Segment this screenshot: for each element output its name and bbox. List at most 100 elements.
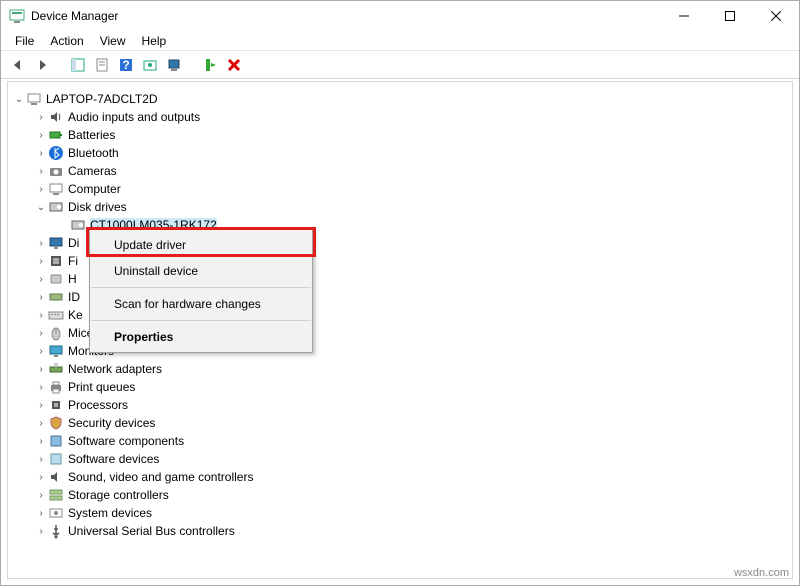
chevron-right-icon[interactable] [34,418,48,429]
minimize-button[interactable] [661,1,707,31]
tree-category[interactable]: Software components [12,432,788,450]
chevron-right-icon[interactable] [34,328,48,339]
category-label: Ke [68,308,83,322]
chevron-right-icon[interactable] [34,454,48,465]
chevron-right-icon[interactable] [34,472,48,483]
chevron-right-icon[interactable] [34,400,48,411]
svg-text:?: ? [122,58,129,72]
chevron-right-icon[interactable] [34,130,48,141]
category-label: Network adapters [68,362,162,376]
category-label: Universal Serial Bus controllers [68,524,235,538]
context-menu: Update driver Uninstall device Scan for … [89,229,313,353]
chevron-right-icon[interactable] [34,508,48,519]
enable-device-button[interactable] [199,54,221,76]
chevron-right-icon[interactable] [34,490,48,501]
tree-category[interactable]: Processors [12,396,788,414]
tree-category[interactable]: Storage controllers [12,486,788,504]
tree-category[interactable]: Disk drives [12,198,788,216]
network-icon [48,361,64,377]
close-button[interactable] [753,1,799,31]
tree-category[interactable]: Network adapters [12,360,788,378]
context-menu-update-driver[interactable]: Update driver [90,232,312,258]
menu-view[interactable]: View [92,32,134,50]
tree-category[interactable]: Print queues [12,378,788,396]
category-label: Sound, video and game controllers [68,470,253,484]
category-label: Processors [68,398,128,412]
properties-button[interactable] [91,54,113,76]
chevron-right-icon[interactable] [34,310,48,321]
tree-root[interactable]: LAPTOP-7ADCLT2D [12,90,788,108]
app-icon [9,8,25,24]
root-label: LAPTOP-7ADCLT2D [46,92,158,106]
category-label: Software components [68,434,184,448]
update-driver-toolbar-button[interactable] [163,54,185,76]
window-controls [661,1,799,31]
chevron-right-icon[interactable] [34,436,48,447]
sound-icon [48,469,64,485]
tree-category[interactable]: Audio inputs and outputs [12,108,788,126]
computer-icon [48,181,64,197]
monitor-icon [48,343,64,359]
titlebar: Device Manager [1,1,799,31]
chevron-right-icon[interactable] [34,112,48,123]
tree-category[interactable]: Software devices [12,450,788,468]
chevron-right-icon[interactable] [34,184,48,195]
bluetooth-icon [48,145,64,161]
tree-category[interactable]: System devices [12,504,788,522]
chevron-right-icon[interactable] [34,274,48,285]
swdev-icon [48,451,64,467]
category-label: Disk drives [68,200,127,214]
context-menu-scan-hardware[interactable]: Scan for hardware changes [90,291,312,317]
back-button[interactable] [7,54,29,76]
category-label: ID [68,290,80,304]
menu-action[interactable]: Action [42,32,91,50]
category-label: Computer [68,182,121,196]
uninstall-device-button[interactable] [223,54,245,76]
separator [59,54,61,76]
maximize-button[interactable] [707,1,753,31]
category-label: Bluetooth [68,146,119,160]
tree-category[interactable]: Security devices [12,414,788,432]
context-menu-separator [91,320,311,321]
window-title: Device Manager [31,9,661,23]
chevron-right-icon[interactable] [34,346,48,357]
tree-category[interactable]: Bluetooth [12,144,788,162]
category-label: Batteries [68,128,115,142]
separator [191,54,193,76]
chevron-right-icon[interactable] [34,526,48,537]
mouse-icon [48,325,64,341]
camera-icon [48,163,64,179]
menu-help[interactable]: Help [134,32,175,50]
forward-button[interactable] [31,54,53,76]
chevron-right-icon[interactable] [34,148,48,159]
audio-icon [48,109,64,125]
chevron-right-icon[interactable] [34,382,48,393]
chevron-right-icon[interactable] [34,364,48,375]
help-button[interactable]: ? [115,54,137,76]
category-label: Audio inputs and outputs [68,110,200,124]
chevron-right-icon[interactable] [34,256,48,267]
ide-icon [48,289,64,305]
context-menu-properties[interactable]: Properties [90,324,312,350]
chevron-right-icon[interactable] [34,166,48,177]
context-menu-uninstall-device[interactable]: Uninstall device [90,258,312,284]
category-label: H [68,272,77,286]
menubar: File Action View Help [1,31,799,51]
chevron-down-icon[interactable] [12,94,26,105]
category-label: Di [68,236,79,250]
tree-category[interactable]: Batteries [12,126,788,144]
tree-category[interactable]: Cameras [12,162,788,180]
tree-category[interactable]: Universal Serial Bus controllers [12,522,788,540]
scan-hardware-button[interactable] [139,54,161,76]
chevron-right-icon[interactable] [34,292,48,303]
menu-file[interactable]: File [7,32,42,50]
display-icon [48,235,64,251]
storage-icon [48,487,64,503]
tree-category[interactable]: Sound, video and game controllers [12,468,788,486]
chevron-right-icon[interactable] [34,238,48,249]
swcomp-icon [48,433,64,449]
tree-category[interactable]: Computer [12,180,788,198]
chevron-down-icon[interactable] [34,202,48,213]
category-label: Print queues [68,380,135,394]
show-hide-tree-button[interactable] [67,54,89,76]
